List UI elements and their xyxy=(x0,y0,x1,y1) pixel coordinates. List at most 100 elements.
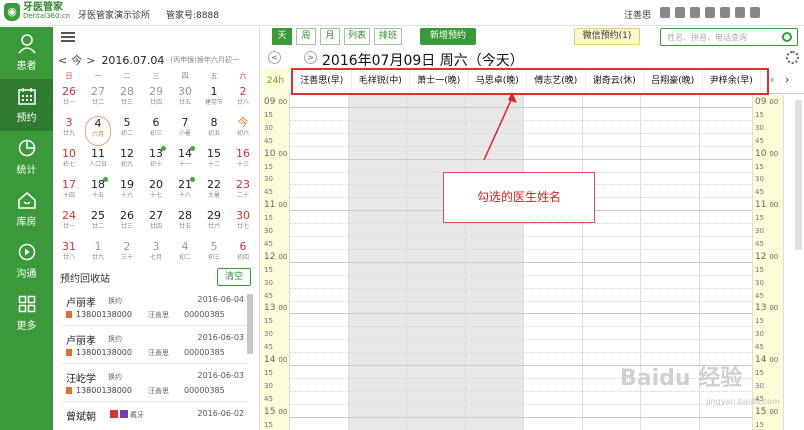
scrollbar[interactable] xyxy=(247,294,253,354)
calendar-day[interactable]: 22 大暑 xyxy=(201,178,227,208)
user-name[interactable]: 汪善思 xyxy=(624,8,651,21)
nav-item-patients[interactable]: 患者 xyxy=(0,27,53,79)
nav-item-stats[interactable]: 统计 xyxy=(0,131,53,183)
calendar-day[interactable]: 28 廿三 xyxy=(114,85,140,115)
calendar-day[interactable]: 23 二十 xyxy=(230,178,256,208)
headset-icon[interactable] xyxy=(675,7,685,18)
hamburger-icon[interactable] xyxy=(61,32,75,42)
time-label: 15 xyxy=(755,110,764,119)
calendar-day[interactable]: 21 十八 xyxy=(172,177,198,208)
calendar-day[interactable]: 10 初七 xyxy=(56,147,82,177)
recycle-item[interactable]: 曾斌朝 戴牙 2016-06-02 xyxy=(62,406,248,430)
day-number: 12 xyxy=(120,147,134,160)
today-button[interactable]: 今 xyxy=(71,52,82,68)
time-label: 15 xyxy=(264,420,273,429)
nav-item-appointments[interactable]: 预约 xyxy=(0,79,53,131)
scroll-right-icon[interactable]: › xyxy=(785,73,789,86)
calendar-day[interactable]: 2 三十 xyxy=(114,240,140,270)
help-icon[interactable] xyxy=(720,7,730,18)
nav-item-communication[interactable]: 沟通 xyxy=(0,235,53,287)
calendar-day[interactable]: 26 廿三 xyxy=(114,209,140,239)
appointment-type: 换约 xyxy=(108,335,122,343)
calendar-day[interactable]: 6 初三 xyxy=(143,116,169,146)
calendar-day[interactable]: 16 十三 xyxy=(230,147,256,177)
search-input[interactable]: 姓名、拼音、电话查询 xyxy=(660,28,798,46)
calendar-day[interactable]: 6 初四 xyxy=(230,240,256,270)
shirt-icon[interactable] xyxy=(735,7,745,18)
view-day-button[interactable]: 天 xyxy=(272,28,292,45)
calendar-day[interactable]: 4 六月 xyxy=(85,116,111,146)
calendar-day[interactable]: 19 十六 xyxy=(114,178,140,208)
calendar-day[interactable]: 17 十四 xyxy=(56,178,82,208)
view-week-button[interactable]: 周 xyxy=(296,28,316,45)
calendar-day[interactable]: 18 十五 xyxy=(85,177,111,208)
calendar-day[interactable]: 5 初三 xyxy=(201,240,227,270)
calendar-day[interactable]: 3 七月 xyxy=(143,240,169,270)
grid-scrollbar[interactable] xyxy=(795,100,802,250)
calendar-day[interactable]: 29 廿六 xyxy=(201,209,227,239)
patient-code: 00000385 xyxy=(184,386,225,395)
calendar-day[interactable]: 24 廿一 xyxy=(56,209,82,239)
calendar-day[interactable]: 3 廿九 xyxy=(56,116,82,146)
day-number: 8 xyxy=(210,116,218,129)
calendar-day[interactable]: 1 廿九 xyxy=(85,240,111,270)
calendar-day[interactable]: 8 初五 xyxy=(201,116,227,146)
calendar-day[interactable]: 14 十一 xyxy=(172,146,198,177)
scroll-left-icon[interactable]: ‹ xyxy=(770,73,774,86)
recycle-item[interactable]: 汪屹学 换约 2016-06-03 13800138000 汪善思 00000385 xyxy=(62,368,248,402)
calendar-day[interactable]: 4 初二 xyxy=(172,240,198,270)
calendar-day[interactable]: 25 廿二 xyxy=(85,209,111,239)
calendar-day[interactable]: 27 廿二 xyxy=(85,85,111,115)
doctor-name: 汪善思 xyxy=(148,387,169,395)
calendar-day[interactable]: 15 十二 xyxy=(201,147,227,177)
view-list-button[interactable]: 列表 xyxy=(344,28,370,45)
calendar-day[interactable]: 12 初九 xyxy=(114,147,140,177)
day-number: 29 xyxy=(149,85,163,98)
next-month-button[interactable]: > xyxy=(86,54,95,67)
calendar-day[interactable]: 20 十七 xyxy=(143,178,169,208)
search-icon[interactable] xyxy=(782,32,792,42)
wechat-appointment-button[interactable]: 微信预约(1) xyxy=(574,28,640,45)
calendar-day[interactable]: 1 建党节 xyxy=(201,85,227,115)
calendar-day[interactable]: 26 廿一 xyxy=(56,85,82,115)
calendar-day[interactable]: 今初六 xyxy=(230,116,256,146)
chat-icon[interactable] xyxy=(660,7,670,18)
time-column-left: 09 00 15 30 45 10 00 15 30 45 11 00 15 30 45 12 00 15… xyxy=(262,95,290,430)
24h-toggle[interactable]: 24h xyxy=(262,68,289,94)
appointment-dot xyxy=(103,177,108,182)
calendar-day[interactable]: 27 廿四 xyxy=(143,209,169,239)
appointment-date: 2016-06-03 xyxy=(197,333,245,342)
calendar-day[interactable]: 13 初十 xyxy=(143,146,169,177)
lunar-day: 小暑 xyxy=(178,130,191,137)
time-label: 30 xyxy=(755,227,764,235)
time-label: 15 00 xyxy=(755,407,783,417)
phone-icon[interactable] xyxy=(690,7,700,18)
recycle-item[interactable]: 卢丽孝 换约 2016-06-04 13800138000 汪善思 00000385 xyxy=(62,292,248,326)
calendar-day[interactable]: 5 初二 xyxy=(114,116,140,146)
prev-month-button[interactable]: < xyxy=(58,54,67,67)
calendar-day[interactable]: 29 廿四 xyxy=(143,85,169,115)
nav-item-more[interactable]: 更多 xyxy=(0,287,53,339)
view-schedule-button[interactable]: 排班 xyxy=(374,28,402,45)
new-appointment-button[interactable]: 新增预约 xyxy=(420,28,476,45)
next-day-button[interactable]: > xyxy=(304,51,317,64)
menu-icon[interactable] xyxy=(750,7,760,18)
calendar-day[interactable]: 30 廿七 xyxy=(230,209,256,239)
calendar-day[interactable]: 7 小暑 xyxy=(172,116,198,146)
recycle-item[interactable]: 卢丽孝 换约 2016-06-03 13800138000 汪善思 00000385 xyxy=(62,330,248,364)
home-icon xyxy=(16,190,38,210)
clear-button[interactable]: 清空 xyxy=(217,268,251,286)
calendar-day[interactable]: 30 廿五 xyxy=(172,85,198,115)
nav-item-warehouse[interactable]: 库房 xyxy=(0,183,53,235)
calendar-day[interactable]: 31 廿八 xyxy=(56,240,82,270)
calendar-day[interactable]: 28 廿五 xyxy=(172,209,198,239)
prev-day-button[interactable]: < xyxy=(268,51,281,64)
view-month-button[interactable]: 月 xyxy=(320,28,340,45)
bell-icon[interactable] xyxy=(705,7,715,18)
calendar-day[interactable]: 2 廿八 xyxy=(230,85,256,115)
time-label: 30 xyxy=(755,175,764,184)
lunar-day: 初九 xyxy=(120,161,133,168)
calendar-day[interactable]: 11 人口日 xyxy=(85,147,111,177)
time-gridline xyxy=(290,403,752,405)
gear-icon[interactable] xyxy=(786,51,799,64)
